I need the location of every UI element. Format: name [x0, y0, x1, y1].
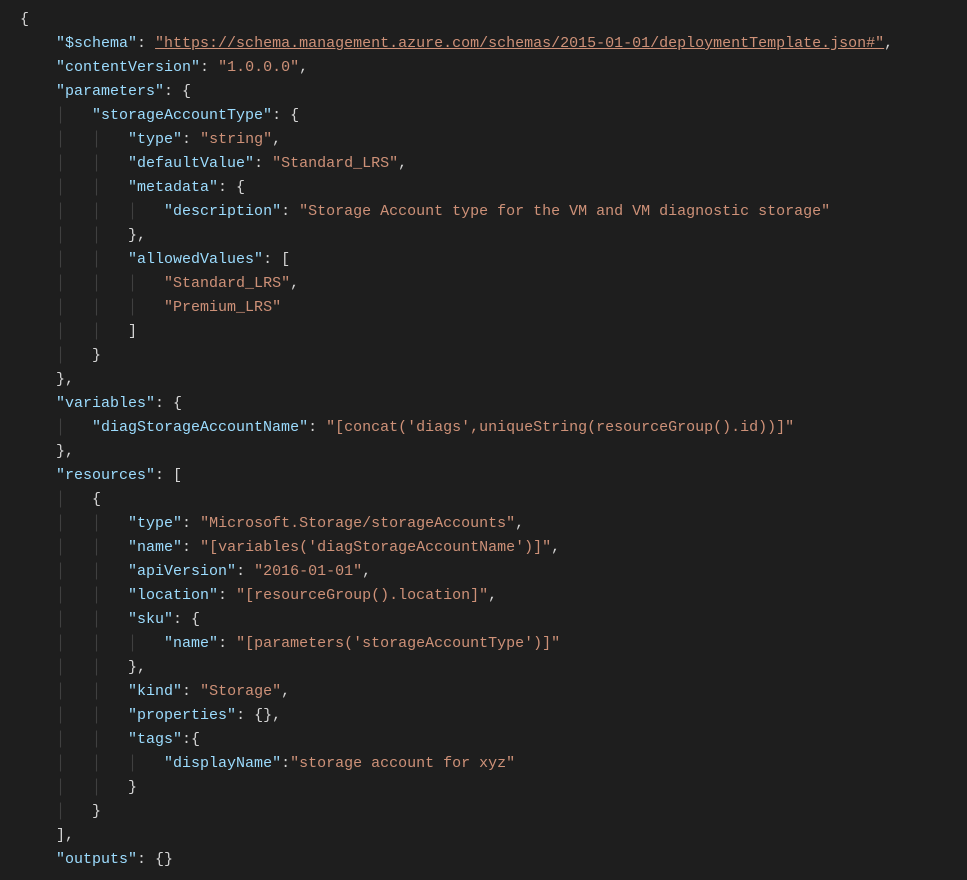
code-line: │ │ "type": "Microsoft.Storage/storageAc…	[20, 512, 947, 536]
code-line: │ }	[20, 800, 947, 824]
code-line: │ │ },	[20, 224, 947, 248]
code-line: │ │ ]	[20, 320, 947, 344]
code-line: "variables": {	[20, 392, 947, 416]
code-line: "contentVersion": "1.0.0.0",	[20, 56, 947, 80]
code-line: "outputs": {}	[20, 848, 947, 872]
code-line: │ │ "apiVersion": "2016-01-01",	[20, 560, 947, 584]
code-line: │ │ "name": "[variables('diagStorageAcco…	[20, 536, 947, 560]
code-line: "parameters": {	[20, 80, 947, 104]
code-line: │ │ │ "name": "[parameters('storageAccou…	[20, 632, 947, 656]
code-editor[interactable]: { "$schema": "https://schema.management.…	[20, 8, 947, 872]
code-line: │ │ │ "description": "Storage Account ty…	[20, 200, 947, 224]
code-line: │ │ │ "displayName":"storage account for…	[20, 752, 947, 776]
code-line: },	[20, 368, 947, 392]
code-line: {	[20, 8, 947, 32]
code-line: },	[20, 440, 947, 464]
code-line: │ │ "defaultValue": "Standard_LRS",	[20, 152, 947, 176]
code-line: │ }	[20, 344, 947, 368]
code-line: "resources": [	[20, 464, 947, 488]
code-line: │ │ "tags":{	[20, 728, 947, 752]
code-line: │ │ "allowedValues": [	[20, 248, 947, 272]
code-line: │ │ },	[20, 656, 947, 680]
code-line: │ │ "kind": "Storage",	[20, 680, 947, 704]
code-line: │ │ "metadata": {	[20, 176, 947, 200]
code-line: │ │ "type": "string",	[20, 128, 947, 152]
code-line: "$schema": "https://schema.management.az…	[20, 32, 947, 56]
code-line: │ │ "sku": {	[20, 608, 947, 632]
code-line: │ │ "properties": {},	[20, 704, 947, 728]
code-line: │ │ "location": "[resourceGroup().locati…	[20, 584, 947, 608]
code-line: │ "diagStorageAccountName": "[concat('di…	[20, 416, 947, 440]
code-line: ],	[20, 824, 947, 848]
code-line: │ │ }	[20, 776, 947, 800]
code-line: │ {	[20, 488, 947, 512]
code-line: │ "storageAccountType": {	[20, 104, 947, 128]
code-line: │ │ │ "Standard_LRS",	[20, 272, 947, 296]
code-line: │ │ │ "Premium_LRS"	[20, 296, 947, 320]
